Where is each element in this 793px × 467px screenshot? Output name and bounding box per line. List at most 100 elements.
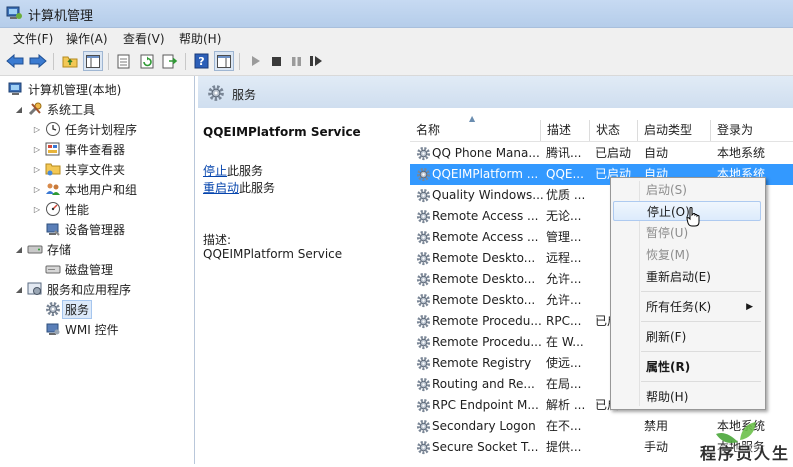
tree-item-disk-management[interactable]: 磁盘管理	[45, 259, 113, 279]
cell-desc: 远程...	[546, 251, 582, 265]
tree-item-performance[interactable]: ▷ 性能	[32, 199, 89, 219]
collapse-arrow-icon[interactable]: ◢	[14, 105, 24, 114]
back-button[interactable]	[5, 51, 25, 71]
expand-arrow-icon[interactable]: ▷	[32, 205, 42, 214]
tree-item-computer-management[interactable]: 计算机管理(本地)	[8, 79, 121, 99]
context-menu-help[interactable]: 帮助(H)	[613, 387, 761, 407]
cell-desc: RPC...	[546, 314, 582, 328]
start-service-button[interactable]	[246, 51, 266, 71]
export-list-button[interactable]	[160, 51, 180, 71]
cell-desc: 在局...	[546, 377, 582, 391]
context-menu-restart[interactable]: 重新启动(E)	[613, 267, 761, 287]
tree-label: 事件查看器	[65, 142, 126, 157]
tree-item-task-scheduler[interactable]: ▷ 任务计划程序	[32, 119, 137, 139]
cell-desc: QQE...	[546, 167, 584, 181]
properties-sheet-button[interactable]	[114, 51, 134, 71]
cell-desc: 解析 ...	[546, 398, 586, 412]
service-gear-icon	[416, 167, 431, 182]
context-menu-all-tasks[interactable]: 所有任务(K) ▶	[613, 297, 761, 317]
cell-name: Remote Registry	[432, 356, 532, 370]
show-action-pane-button[interactable]	[214, 51, 234, 71]
column-header-status[interactable]: 状态	[590, 120, 638, 141]
all-tasks-label: 所有任务(K)	[646, 300, 712, 314]
service-gear-icon	[416, 146, 431, 161]
forward-button[interactable]	[28, 51, 48, 71]
menu-file[interactable]: 文件(F)	[13, 30, 53, 47]
tools-icon	[27, 101, 43, 117]
context-menu-resume[interactable]: 恢复(M)	[613, 245, 761, 265]
restart-service-suffix: 此服务	[239, 181, 276, 195]
event-viewer-icon	[45, 141, 61, 157]
menu-view[interactable]: 查看(V)	[123, 30, 165, 47]
service-gear-icon	[416, 377, 431, 392]
users-icon	[45, 181, 61, 197]
tree-label: WMI 控件	[65, 322, 119, 337]
tree-item-services-and-applications[interactable]: ◢ 服务和应用程序	[14, 279, 131, 299]
collapse-arrow-icon[interactable]: ◢	[14, 285, 24, 294]
tree-item-shared-folders[interactable]: ▷ 共享文件夹	[32, 159, 125, 179]
context-menu-separator	[641, 351, 761, 352]
table-row[interactable]: QQ Phone Mana... 腾讯... 已启动 自动 本地系统	[410, 143, 793, 164]
performance-icon	[45, 201, 61, 217]
stop-service-button[interactable]	[266, 51, 286, 71]
expand-arrow-icon[interactable]: ▷	[32, 145, 42, 154]
play-icon	[252, 56, 260, 66]
tree-item-event-viewer[interactable]: ▷ 事件查看器	[32, 139, 125, 159]
cell-name: Remote Procedu...	[432, 335, 542, 349]
menu-bar: 文件(F) 操作(A) 查看(V) 帮助(H)	[0, 28, 793, 48]
cell-desc: 允许...	[546, 272, 582, 286]
expand-arrow-icon[interactable]: ▷	[32, 125, 42, 134]
help-book-icon: ?	[194, 53, 208, 69]
services-apps-icon	[27, 281, 43, 297]
shared-folder-icon	[45, 161, 61, 177]
cell-name: Quality Windows...	[432, 188, 544, 202]
tree-item-device-manager[interactable]: 设备管理器	[45, 219, 125, 239]
stop-service-action: 停止此服务	[203, 162, 263, 179]
menu-action[interactable]: 操作(A)	[66, 30, 108, 47]
service-gear-icon	[416, 293, 431, 308]
menu-help[interactable]: 帮助(H)	[179, 30, 221, 47]
expand-arrow-icon[interactable]: ▷	[32, 165, 42, 174]
tree-label: 设备管理器	[65, 222, 126, 237]
tree-item-wmi-control[interactable]: WMI 控件	[45, 319, 119, 339]
cell-name: Remote Deskto...	[432, 251, 536, 265]
column-header-logon-as[interactable]: 登录为	[711, 120, 783, 141]
stop-service-link[interactable]: 停止	[203, 164, 227, 178]
service-gear-icon	[416, 356, 431, 371]
context-menu-start[interactable]: 启动(S)	[613, 180, 761, 200]
cell-logon: 本地系统	[717, 146, 766, 160]
refresh-button[interactable]	[137, 51, 157, 71]
show-hide-tree-button[interactable]	[83, 51, 103, 71]
back-arrow-icon	[6, 54, 24, 68]
tree-item-services[interactable]: 服务	[45, 299, 93, 319]
tree-label: 任务计划程序	[65, 122, 138, 137]
column-header-startup-type[interactable]: 启动类型	[638, 120, 711, 141]
pause-service-button[interactable]	[286, 51, 306, 71]
tree-item-local-users-groups[interactable]: ▷ 本地用户和组	[32, 179, 137, 199]
context-menu-refresh[interactable]: 刷新(F)	[613, 327, 761, 347]
description-value: QQEIMPlatform Service	[203, 247, 343, 261]
tree-item-storage[interactable]: ◢ 存储	[14, 239, 71, 259]
up-folder-button[interactable]	[60, 51, 80, 71]
toolbar-separator	[53, 53, 54, 70]
restart-icon	[310, 56, 322, 66]
tree-item-system-tools[interactable]: ◢ 系统工具	[14, 99, 95, 119]
forward-arrow-icon	[29, 54, 47, 68]
watermark-text: 程序员人生	[700, 444, 791, 463]
hand-pointer-cursor-icon	[686, 207, 700, 227]
submenu-arrow-icon: ▶	[746, 302, 753, 312]
cell-desc: 无论...	[546, 209, 582, 223]
collapse-arrow-icon[interactable]: ◢	[14, 245, 24, 254]
toolbar-separator	[108, 53, 109, 70]
tree-label: 存储	[47, 242, 72, 257]
gear-icon	[208, 85, 224, 101]
help-button[interactable]: ?	[191, 51, 211, 71]
expand-arrow-icon[interactable]: ▷	[32, 185, 42, 194]
restart-service-link[interactable]: 重启动	[203, 181, 239, 195]
tree-label: 本地用户和组	[65, 182, 138, 197]
column-header-description[interactable]: 描述	[541, 120, 590, 141]
restart-service-button[interactable]	[306, 51, 326, 71]
context-menu-properties[interactable]: 属性(R)	[613, 357, 761, 377]
column-header-name[interactable]: 名称	[410, 120, 541, 141]
cell-name: Remote Access ...	[432, 230, 539, 244]
